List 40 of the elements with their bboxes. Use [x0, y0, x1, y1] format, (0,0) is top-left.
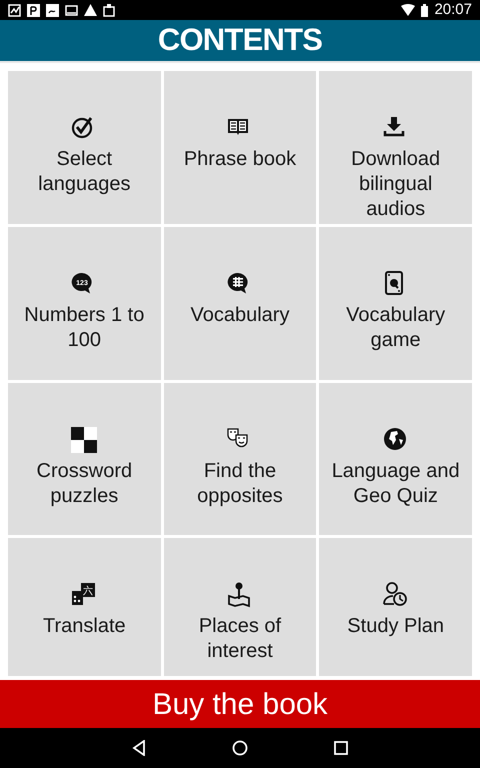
status-time: 20:07	[434, 0, 472, 20]
image-icon	[65, 4, 78, 16]
clipboard-icon	[103, 4, 115, 16]
chart-icon	[8, 4, 21, 16]
parking-icon	[27, 4, 40, 16]
menu-tile[interactable]: Crossword puzzles	[8, 383, 161, 535]
tile-label: Crossword puzzles	[36, 459, 134, 509]
tile-label: Translate	[43, 614, 126, 639]
recents-icon[interactable]	[334, 741, 348, 755]
tile-label: Study Plan	[347, 614, 444, 639]
tile-label: Find the opposites	[196, 459, 284, 509]
battery-icon	[421, 4, 428, 16]
menu-tile[interactable]: Phrase book	[164, 71, 316, 224]
tile-label: Language and Geo Quiz	[330, 459, 461, 509]
menu-tile[interactable]: Download bilingual audios	[319, 71, 472, 224]
tile-label: Select languages	[37, 147, 132, 197]
buy-book-button[interactable]: Buy the book	[0, 680, 480, 728]
tile-label: Vocabulary game	[345, 303, 446, 353]
warning-icon	[84, 4, 97, 16]
home-icon[interactable]	[232, 740, 248, 756]
menu-tile[interactable]: Vocabulary	[164, 227, 316, 380]
tile-label: Download bilingual audios	[350, 147, 442, 222]
menu-tile[interactable]: Select languages	[8, 71, 161, 224]
back-icon[interactable]	[132, 740, 146, 756]
globe-icon	[382, 427, 409, 453]
menu-tile[interactable]: Language and Geo Quiz	[319, 383, 472, 535]
tile-label: Numbers 1 to 100	[23, 303, 146, 353]
menu-tile[interactable]: 六 Translate	[8, 538, 161, 676]
wifi-icon	[401, 4, 416, 16]
menu-tile[interactable]: Find the opposites	[164, 383, 316, 535]
map-pin-icon	[226, 582, 253, 608]
checkered-squares-icon	[71, 427, 98, 453]
menu-tile[interactable]: Study Plan	[319, 538, 472, 676]
menu-tile[interactable]: Vocabulary game	[319, 227, 472, 380]
tile-label: Phrase book	[184, 147, 296, 172]
page-title: CONTENTS	[158, 21, 322, 60]
tile-label: Places of interest	[198, 614, 282, 664]
tile-label: Vocabulary	[190, 303, 290, 328]
menu-tile[interactable]: Places of interest	[164, 538, 316, 676]
person-clock-icon	[382, 582, 409, 608]
